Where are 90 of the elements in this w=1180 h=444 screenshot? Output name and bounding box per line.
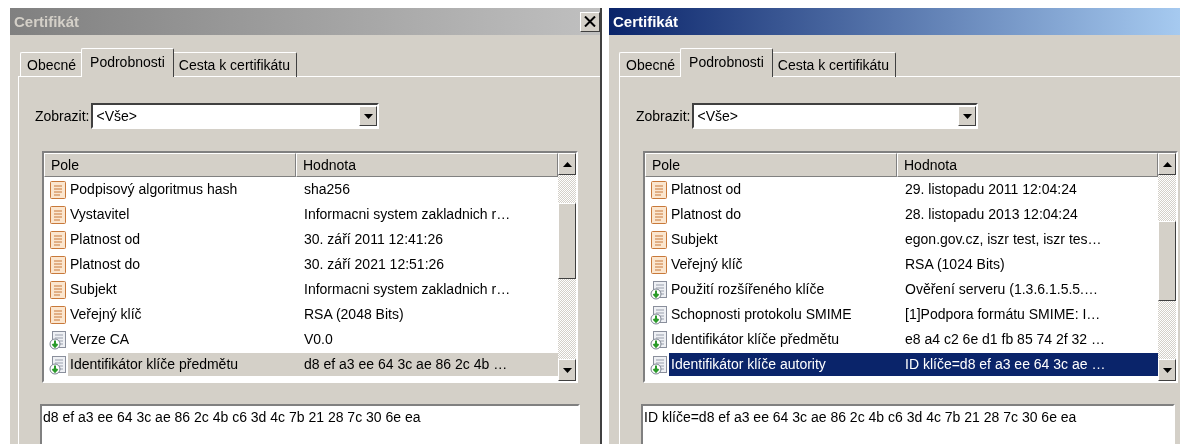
field-name: Platnost od (670, 180, 743, 199)
download-document-icon (650, 329, 668, 350)
download-document-icon (650, 304, 668, 325)
scroll-up-icon (1162, 161, 1172, 167)
list-row[interactable]: Identifikátor klíče předmětu e8 a4 c2 6e d1 fb 85 74 2f 32 … (645, 327, 1158, 352)
field-name: Identifikátor klíče předmětu (670, 330, 841, 349)
document-icon (49, 204, 67, 225)
show-label: Zobrazit: (636, 108, 691, 124)
list-row[interactable]: Verze CA V0.0 (44, 327, 558, 352)
list-row[interactable]: Platnost do 28. listopadu 2013 12:04:24 (645, 202, 1158, 227)
list-row[interactable]: Platnost od 29. listopadu 2011 12:04:24 (645, 177, 1158, 202)
field-name: Veřejný klíč (69, 305, 143, 324)
field-value: V0.0 (303, 330, 334, 349)
column-header[interactable]: Pole (44, 153, 296, 177)
document-icon (650, 204, 668, 225)
scroll-down-icon (562, 367, 572, 373)
document-icon (49, 229, 67, 250)
dropdown-arrow-icon (363, 113, 373, 119)
field-value: 30. září 2021 12:51:26 (303, 255, 446, 274)
column-header[interactable]: Hodnota (897, 153, 1158, 177)
document-icon (49, 179, 67, 200)
list-row[interactable]: Identifikátor klíče autority ID klíče=d8 ef a3 ee 64 3c ae … (645, 352, 1158, 377)
field-name: Verze CA (69, 330, 131, 349)
field-name: Subjekt (670, 230, 719, 249)
field-value: e8 a4 c2 6e d1 fb 85 74 2f 32 … (904, 330, 1107, 349)
download-document-icon (650, 279, 668, 300)
list-row[interactable]: Veřejný klíč RSA (2048 Bits) (44, 302, 558, 327)
show-label: Zobrazit: (35, 108, 90, 124)
document-icon (49, 254, 67, 275)
document-icon (650, 254, 668, 275)
download-document-icon (49, 354, 67, 375)
window-title: Certifikát (613, 13, 679, 30)
field-name: Veřejný klíč (670, 255, 744, 274)
list-row[interactable]: Veřejný klíč RSA (1024 Bits) (645, 252, 1158, 277)
field-name: Subjekt (69, 280, 118, 299)
field-name: Použití rozšířeného klíče (670, 280, 826, 299)
field-name: Identifikátor klíče autority (669, 353, 903, 376)
field-value: 29. listopadu 2011 12:04:24 (904, 180, 1078, 199)
document-icon (49, 279, 67, 300)
column-header[interactable]: Hodnota (296, 153, 558, 177)
download-document-icon (49, 329, 67, 350)
scroll-up-icon (562, 161, 572, 167)
field-value: sha256 (303, 180, 351, 199)
scrollbar[interactable] (558, 153, 576, 381)
list-row[interactable]: Schopnosti protokolu SMIME [1]Podpora formátu SMIME: I… (645, 302, 1158, 327)
field-value: 28. listopadu 2013 12:04:24 (904, 205, 1079, 224)
value-text-box[interactable]: ID klíče=d8 ef a3 ee 64 3c ae 86 2c 4b c6 3d 4c 7b 21 28 7c 30 6e ea (641, 404, 1175, 444)
document-icon (49, 304, 67, 325)
field-value: Ověření serveru (1.3.6.1.5.5.… (904, 280, 1099, 299)
field-value: Informacni system zakladnich r… (303, 280, 512, 299)
field-value: ID klíče=d8 ef a3 ee 64 3c ae … (903, 353, 1158, 376)
field-value: [1]Podpora formátu SMIME: I… (904, 305, 1102, 324)
tab[interactable]: Podrobnosti (81, 48, 174, 77)
list-row[interactable]: Platnost od 30. září 2011 12:41:26 (44, 227, 558, 252)
field-name: Platnost od (69, 230, 142, 249)
tab[interactable]: Cesta k certifikátu (770, 52, 897, 77)
field-name: Identifikátor klíče předmětu (68, 353, 302, 376)
column-header[interactable]: Pole (645, 153, 897, 177)
show-dropdown[interactable]: <Vše> (692, 103, 979, 129)
field-name: Schopnosti protokolu SMIME (670, 305, 853, 324)
field-value: d8 ef a3 ee 64 3c ae 86 2c 4b … (302, 353, 558, 376)
close-button[interactable] (580, 11, 600, 32)
list-row[interactable]: Použití rozšířeného klíče Ověření serveru (1.3.6.1.5.5.… (645, 277, 1158, 302)
document-icon (650, 229, 668, 250)
field-value: RSA (2048 Bits) (303, 305, 405, 324)
list-row[interactable]: Podpisový algoritmus hash sha256 (44, 177, 558, 202)
field-value: egon.gov.cz, iszr test, iszr tes… (904, 230, 1103, 249)
field-value: RSA (1024 Bits) (904, 255, 1006, 274)
scroll-down-icon (1162, 367, 1172, 373)
tab[interactable]: Cesta k certifikátu (171, 52, 298, 77)
document-icon (650, 179, 668, 200)
scrollbar[interactable] (1158, 153, 1176, 381)
field-value: 30. září 2011 12:41:26 (303, 230, 445, 249)
close-icon (584, 16, 596, 27)
value-text-box[interactable]: d8 ef a3 ee 64 3c ae 86 2c 4b c6 3d 4c 7b 21 28 7c 30 6e ea (40, 404, 580, 444)
dropdown-arrow-icon (962, 113, 972, 119)
field-name: Platnost do (670, 205, 743, 224)
list-row[interactable]: Vystavitel Informacni system zakladnich r… (44, 202, 558, 227)
list-row[interactable]: Platnost do 30. září 2021 12:51:26 (44, 252, 558, 277)
list-row[interactable]: Subjekt Informacni system zakladnich r… (44, 277, 558, 302)
window-title: Certifikát (14, 13, 80, 30)
list-row[interactable]: Subjekt egon.gov.cz, iszr test, iszr tes… (645, 227, 1158, 252)
download-document-icon (650, 354, 668, 375)
show-dropdown[interactable]: <Vše> (91, 103, 380, 129)
field-name: Vystavitel (69, 205, 131, 224)
list-row[interactable]: Identifikátor klíče předmětu d8 ef a3 ee 64 3c ae 86 2c 4b … (44, 352, 558, 377)
tab[interactable]: Podrobnosti (680, 48, 773, 77)
field-value: Informacni system zakladnich r… (303, 205, 512, 224)
field-name: Podpisový algoritmus hash (69, 180, 239, 199)
field-name: Platnost do (69, 255, 142, 274)
